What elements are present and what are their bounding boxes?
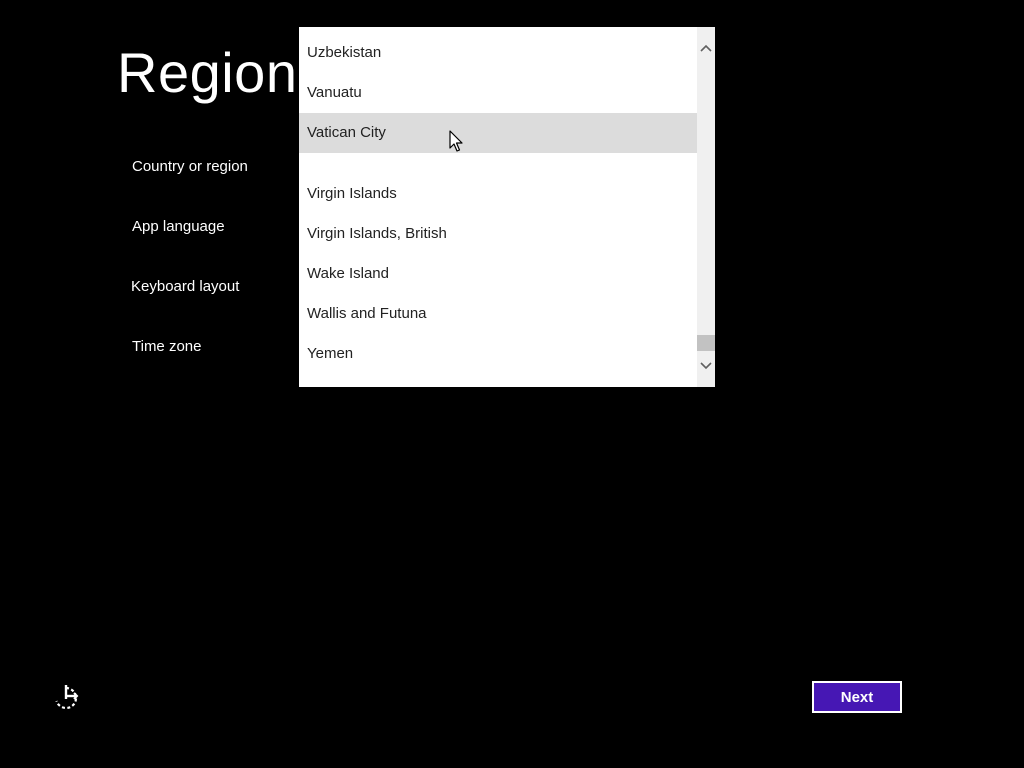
country-or-region-label: Country or region	[132, 158, 248, 175]
keyboard-layout-label: Keyboard layout	[131, 278, 240, 295]
list-item-uzbekistan[interactable]: Uzbekistan	[299, 33, 715, 73]
list-item-virgin-islands[interactable]: Virgin Islands	[299, 174, 715, 214]
list-item-yemen[interactable]: Yemen	[299, 334, 715, 374]
list-item-vanuatu[interactable]: Vanuatu	[299, 73, 715, 113]
vertical-scrollbar[interactable]	[697, 27, 715, 387]
country-list: Uzbekistan Vanuatu Vatican City Virgin I…	[299, 27, 715, 387]
list-item-virgin-islands-british[interactable]: Virgin Islands, British	[299, 214, 715, 254]
time-zone-label: Time zone	[132, 338, 202, 355]
mouse-pointer-icon	[449, 130, 465, 154]
chevron-down-icon[interactable]	[697, 357, 715, 375]
chevron-up-icon[interactable]	[697, 39, 715, 57]
list-item-wallis-and-futuna[interactable]: Wallis and Futuna	[299, 294, 715, 334]
list-item-vatican-city[interactable]: Vatican City	[299, 113, 715, 153]
app-language-label: App language	[132, 218, 225, 235]
country-dropdown-list[interactable]: Uzbekistan Vanuatu Vatican City Virgin I…	[299, 27, 715, 387]
ease-of-access-icon[interactable]	[52, 684, 80, 712]
list-item-wake-island[interactable]: Wake Island	[299, 254, 715, 294]
next-button[interactable]: Next	[812, 681, 902, 713]
scroll-thumb[interactable]	[697, 335, 715, 351]
setup-screen: Region Country or region App language Ke…	[0, 0, 1024, 768]
page-title: Region	[117, 41, 298, 104]
